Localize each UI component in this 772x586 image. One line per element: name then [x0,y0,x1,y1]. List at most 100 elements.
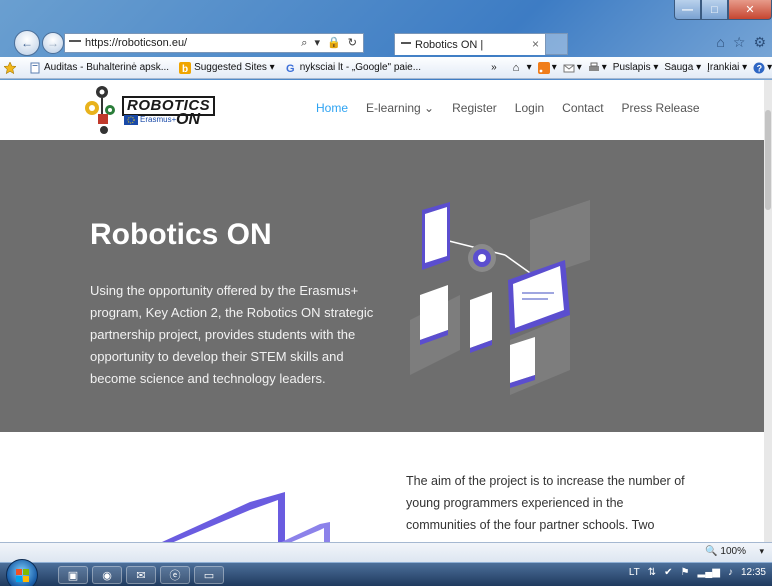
forward-button[interactable]: → [42,32,64,54]
signal-icon[interactable]: ▂▄▆ [698,567,720,578]
flag-icon[interactable]: ⚑ [681,567,690,578]
cmd-label: Puslapis ▾ [612,62,659,73]
cmd-mail[interactable]: ▾ [563,62,582,74]
system-tray: LT ⇅ ✔ ⚑ ▂▄▆ ♪ 12:35 [629,567,766,578]
window-title-bar: — □ ✕ [0,0,772,28]
fav-item-nyksciai[interactable]: G nyksciai lt - „Google" paie... [285,62,421,74]
robot-gears-icon [85,86,115,134]
fav-item-suggested-sites[interactable]: b Suggested Sites ▾ [179,61,275,74]
logo-word-erasmus: Erasmus+ [140,115,177,124]
zoom-value: 100% [720,546,746,557]
svg-text:?: ? [757,63,763,73]
nav-register[interactable]: Register [452,101,497,115]
print-icon [588,62,599,71]
cmd-safety[interactable]: Sauga ▾ [664,62,701,73]
cmd-tools[interactable]: Įrankiai ▾ [707,62,747,73]
nav-home[interactable]: Home [316,101,348,115]
scrollbar-thumb[interactable] [765,110,771,210]
nav-press-release[interactable]: Press Release [622,101,700,115]
cmd-label: Įrankiai ▾ [707,62,748,73]
back-button[interactable]: ← [14,30,40,56]
taskbar-window[interactable]: ▭ [194,566,224,584]
fav-item-auditas[interactable]: Auditas - Buhalterinė apsk... [29,62,169,74]
bing-icon: b [179,61,192,74]
cmd-help[interactable]: ? ▾ [753,62,772,74]
google-icon: G [286,63,295,74]
volume-icon[interactable]: ♪ [728,567,733,578]
new-tab-button[interactable] [546,33,568,55]
minimize-button[interactable]: — [674,0,701,20]
hero-description: Using the opportunity offered by the Era… [90,283,374,386]
folder-icon: ▣ [67,569,79,582]
svg-text:G: G [286,63,295,74]
taskbar-explorer[interactable]: ▣ [58,566,88,584]
tab-favicon-icon [401,42,411,47]
favorites-star-icon[interactable]: ☆ [733,34,746,51]
logo-word-on: ON [176,111,200,128]
taskbar: ▣ ◉ ✉ ⓔ ▭ LT ⇅ ✔ ⚑ ▂▄▆ ♪ 12:35 [0,559,772,586]
vertical-scrollbar[interactable] [764,80,772,542]
browser-toolbar: ← → https://roboticson.eu/ ⌕ ▾ 🔒 ↻ Robot… [0,30,772,56]
taskbar-outlook[interactable]: ✉ [126,566,156,584]
address-bar[interactable]: https://roboticson.eu/ ⌕ ▾ 🔒 ↻ [64,33,364,53]
security-icon[interactable]: ✔ [664,567,672,578]
favorites-star-icon [4,61,16,74]
favorites-bar: Auditas - Buhalterinė apsk... b Suggeste… [0,57,772,79]
browser-right-icons: ⌂ ☆ ⚙ [716,34,766,51]
main-nav: Home E-learning ⌄ Register Login Contact… [316,101,700,115]
zoom-dropdown-button[interactable]: ▾ [759,546,764,557]
cmd-home[interactable]: ⌂ ▾ [513,62,532,74]
cmd-print[interactable]: ▾ [588,62,607,74]
eu-flag-icon [124,115,138,125]
svg-text:b: b [182,64,188,74]
language-indicator[interactable]: LT [629,567,640,578]
status-bar: 🔍 100% ▾ [0,542,772,562]
taskbar-chrome[interactable]: ◉ [92,566,122,584]
robotics-on-logo[interactable]: ROBOTICS Erasmus+ ON [84,84,216,136]
fav-label: nyksciai lt - „Google" paie... [299,62,422,73]
cmd-label: ▾ [601,62,607,73]
home-icon[interactable]: ⌂ [716,34,724,51]
fav-label: Suggested Sites ▾ [194,62,275,73]
window-controls: — □ ✕ [674,0,772,22]
tools-gear-icon[interactable]: ⚙ [753,34,766,51]
chrome-icon: ◉ [102,569,112,582]
favorites-overflow-button[interactable]: » [491,62,497,73]
cmd-label: ▾ [767,62,772,73]
clock[interactable]: 12:35 [741,567,766,578]
nav-e-learning[interactable]: E-learning ⌄ [366,101,434,115]
hero-title: Robotics ON [90,218,272,251]
project-aim-text: The aim of the project is to increase th… [406,474,685,532]
start-button[interactable] [6,559,38,586]
tab-title: Robotics ON | [415,38,484,51]
window-icon: ▭ [203,569,215,582]
close-window-button[interactable]: ✕ [728,0,772,20]
cmd-rss[interactable]: ▾ [537,61,557,74]
page-viewport: ROBOTICS Erasmus+ ON Home E-learning ⌄ R… [0,80,764,542]
taskbar-internet-explorer[interactable]: ⓔ [160,566,190,584]
address-url[interactable]: https://roboticson.eu/ [85,37,187,49]
favorites-star-button[interactable] [4,61,19,74]
page-icon [30,62,40,73]
network-icon[interactable]: ⇅ [648,567,656,578]
tab-close-icon[interactable]: × [532,37,539,51]
maximize-button[interactable]: □ [701,0,728,20]
tab-robotics-on[interactable]: Robotics ON | × [394,33,546,55]
help-icon: ? [753,62,765,73]
fav-label: Auditas - Buhalterinė apsk... [44,62,170,73]
site-favicon-icon [69,40,81,46]
cmd-label: ▾ [526,62,532,73]
hero-section: Robotics ON Using the opportunity offere… [0,140,764,432]
mail-icon [563,64,575,72]
about-section: The aim of the project is to increase th… [0,432,764,542]
cmd-label: Sauga ▾ [664,62,702,73]
site-header: ROBOTICS Erasmus+ ON Home E-learning ⌄ R… [0,80,764,140]
address-tools[interactable]: ⌕ ▾ 🔒 ↻ [301,36,359,50]
cmd-page[interactable]: Puslapis ▾ [613,62,659,73]
zoom-level[interactable]: 🔍 100% [705,546,746,557]
outlook-icon: ✉ [136,569,146,582]
laptop-illustration [162,492,330,542]
nav-login[interactable]: Login [515,101,544,115]
nav-contact[interactable]: Contact [562,101,603,115]
ie-icon: ⓔ [169,570,181,582]
